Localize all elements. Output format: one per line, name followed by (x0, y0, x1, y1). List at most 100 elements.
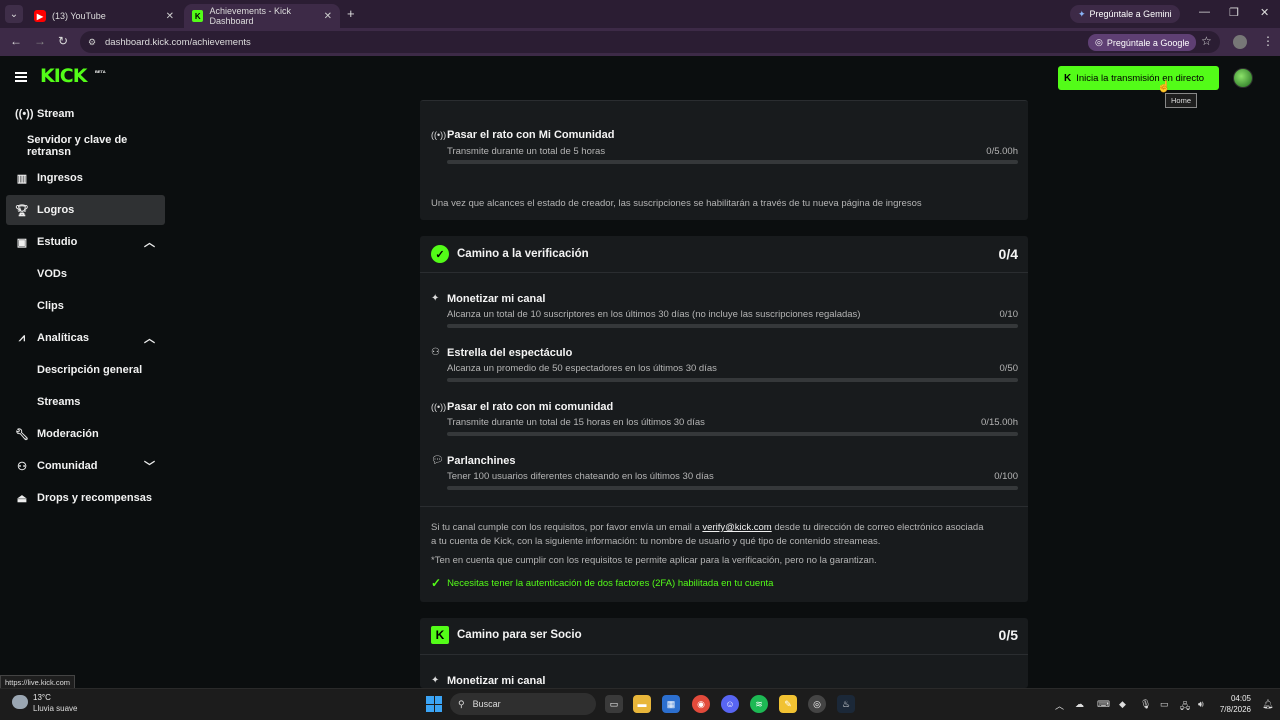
broadcast-icon: ((•)) (431, 402, 447, 412)
new-tab-button[interactable]: + (347, 6, 355, 21)
search-icon: ⚲ (458, 698, 465, 709)
close-tab-icon[interactable]: ✕ (324, 11, 332, 22)
weather-temp[interactable]: 13°C (33, 693, 51, 702)
volume-icon[interactable]: 🔊︎ (1198, 699, 1204, 710)
kick-k-icon: K (1064, 72, 1072, 84)
clock[interactable]: 04:05 7/8/2026 (1214, 693, 1251, 715)
analytics-icon: ⩘ (18, 331, 26, 344)
search-placeholder: Buscar (472, 699, 501, 709)
tab-youtube[interactable]: ▶ (13) YouTube ✕ (26, 4, 182, 28)
achievement-title: Parlanchines (447, 455, 516, 467)
sidebar-item-streams[interactable]: Streams (6, 387, 165, 417)
forward-button[interactable]: → (34, 34, 46, 48)
achievement-title: Pasar el rato con Mi Comunidad (447, 129, 615, 141)
notes-icon[interactable]: ✎ (779, 695, 797, 713)
microphone-icon[interactable]: 🎙︎ (1140, 699, 1151, 710)
store-icon[interactable]: ▦ (662, 695, 680, 713)
achievement-title: Monetizar mi canal (447, 675, 546, 687)
keyboard-icon[interactable]: ⌨ (1097, 699, 1110, 710)
trophy-icon: 🏆︎ (15, 204, 29, 217)
sidebar-item-clips[interactable]: Clips (6, 291, 165, 321)
browser-menu-icon[interactable]: ⋮ (1262, 34, 1274, 48)
achievement-progress-text: 0/5.00h (986, 146, 1018, 157)
chevron-up-icon[interactable]: ︿ (144, 330, 155, 346)
divider (420, 272, 1028, 273)
check-icon: ✓ (431, 576, 442, 590)
sidebar-item-label: Stream (37, 108, 75, 120)
site-info-icon[interactable]: ⚙ (88, 37, 96, 48)
ask-gemini-label: Pregúntale a Gemini (1089, 9, 1172, 19)
sidebar-item-stream[interactable]: ((•)) Stream (6, 99, 165, 129)
chevron-up-icon[interactable]: ︿ (144, 234, 155, 250)
weather-description[interactable]: Lluvia suave (33, 704, 77, 713)
bookmark-star-icon[interactable]: ☆ (1201, 34, 1212, 48)
sidebar-item-label: Comunidad (37, 460, 98, 472)
go-live-button[interactable]: K Inicia la transmisión en directo (1058, 66, 1219, 90)
achievement-progress-text: 0/15.00h (981, 417, 1018, 428)
ask-gemini-button[interactable]: ✦ Pregúntale a Gemini (1070, 5, 1180, 23)
sidebar-item-overview[interactable]: Descripción general (6, 355, 165, 385)
progress-bar (447, 486, 1018, 490)
chrome-icon[interactable]: ◉ (692, 695, 710, 713)
weather-cloud-icon[interactable] (12, 695, 28, 709)
kick-logo[interactable]: KICK (40, 65, 87, 87)
sidebar-item-studio[interactable]: ▣ Estudio ︿ (6, 227, 165, 257)
user-avatar[interactable] (1233, 68, 1253, 88)
sparkle-icon: ✦ (431, 675, 440, 686)
chevron-up-icon[interactable]: ︿ (1055, 699, 1064, 712)
windows-start-icon[interactable] (426, 696, 442, 712)
achievement-title: Pasar el rato con mi comunidad (447, 401, 614, 413)
close-window-button[interactable]: ✕ (1260, 6, 1269, 19)
maximize-button[interactable]: ❐ (1229, 6, 1239, 19)
reload-button[interactable]: ↻ (58, 34, 68, 48)
achievement-description: Tener 100 usuarios diferentes chateando … (447, 471, 714, 482)
beta-badge: BETA (95, 69, 106, 74)
steam-icon[interactable]: ♨ (837, 695, 855, 713)
display-icon[interactable]: ▭ (1160, 699, 1169, 710)
kick-k-icon: K (431, 626, 449, 644)
verify-email-link[interactable]: verify@kick.com (702, 522, 771, 533)
notification-bell-icon[interactable]: 🔔︎ (1262, 699, 1273, 710)
back-button[interactable]: ← (10, 34, 22, 48)
sidebar-item-vods[interactable]: VODs (6, 259, 165, 289)
task-view-icon[interactable]: ▭ (605, 695, 623, 713)
verification-note-line2: a tu cuenta de Kick, con la siguiente in… (431, 536, 881, 547)
profile-avatar[interactable] (1233, 35, 1247, 49)
sidebar-item-revenue[interactable]: ▥ Ingresos (6, 163, 165, 193)
tab-search-button[interactable]: ⌄ (5, 5, 23, 23)
discord-icon[interactable]: ☺ (721, 695, 739, 713)
achievement-description: Alcanza un total de 10 suscriptores en l… (447, 309, 861, 320)
minimize-button[interactable]: — (1199, 6, 1210, 18)
sidebar-item-drops[interactable]: ⏏ Drops y recompensas (6, 483, 165, 513)
section-count: 0/4 (998, 246, 1018, 262)
sidebar-item-moderation[interactable]: 🔧︎ Moderación (6, 419, 165, 449)
section-title: Camino a la verificación (457, 248, 589, 260)
ask-google-button[interactable]: ◎ Pregúntale a Google (1088, 34, 1197, 51)
sidebar-item-label: Servidor y clave de retransn (27, 134, 128, 158)
tab-kick-dashboard[interactable]: K Achievements - Kick Dashboard ✕ (184, 4, 340, 28)
kick-favicon-icon: K (192, 10, 204, 22)
file-explorer-icon[interactable]: ▬ (633, 695, 651, 713)
sidebar-item-achievements[interactable]: 🏆︎ Logros (6, 195, 165, 225)
taskbar-search[interactable]: ⚲ Buscar (450, 693, 596, 715)
close-tab-icon[interactable]: ✕ (166, 11, 174, 22)
cloud-icon[interactable]: ☁ (1075, 699, 1084, 710)
sidebar-item-server-key[interactable]: Servidor y clave de retransn (6, 131, 165, 161)
app-tray-icon[interactable]: ◆ (1119, 699, 1126, 710)
twofa-text: Necesitas tener la autenticación de dos … (447, 577, 774, 589)
drops-icon: ⏏ (16, 492, 28, 505)
sidebar-item-label: VODs (37, 268, 67, 280)
obs-icon[interactable]: ◎ (808, 695, 826, 713)
spotify-icon[interactable]: ≋ (750, 695, 768, 713)
url-bar[interactable]: ⚙ dashboard.kick.com/achievements (80, 31, 1220, 53)
clock-date: 7/8/2026 (1219, 705, 1251, 714)
chevron-down-icon[interactable]: ﹀ (144, 458, 155, 474)
network-icon[interactable]: 🖧︎ (1180, 699, 1190, 715)
progress-bar (447, 432, 1018, 436)
sidebar-item-community[interactable]: ⚇ Comunidad ﹀ (6, 451, 165, 481)
menu-icon[interactable] (15, 72, 27, 82)
sidebar-item-analytics[interactable]: ⩘ Analíticas ︿ (6, 323, 165, 353)
sidebar-item-label: Streams (37, 396, 81, 408)
tab-title: Achievements - Kick Dashboard (209, 6, 292, 26)
progress-bar (447, 378, 1018, 382)
